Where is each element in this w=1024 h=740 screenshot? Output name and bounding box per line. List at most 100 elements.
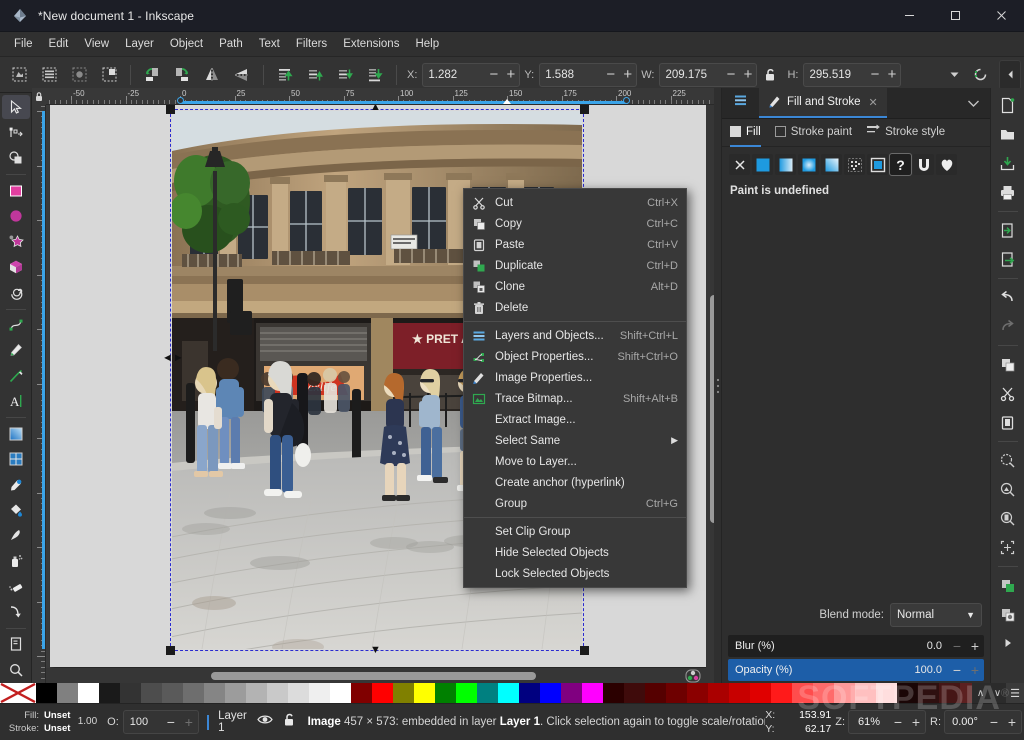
zoom-input[interactable]: [849, 716, 889, 728]
copy-icon[interactable]: [994, 350, 1022, 378]
opacity-spinbox[interactable]: − +: [123, 710, 199, 734]
play-triangle-icon[interactable]: [994, 629, 1022, 657]
pencil-icon[interactable]: [2, 338, 30, 362]
raise-one-step-icon[interactable]: [301, 61, 329, 89]
lower-one-step-icon[interactable]: [331, 61, 359, 89]
palette-swatch[interactable]: [960, 683, 972, 703]
height-input[interactable]: [804, 64, 866, 86]
import-arrow-icon[interactable]: [994, 216, 1022, 244]
fill-stroke-indicator[interactable]: Fill:Unset Stroke:Unset: [0, 709, 78, 735]
palette-swatch[interactable]: [246, 683, 267, 703]
rotation-decrement-button[interactable]: −: [985, 714, 1003, 730]
rectangle-icon[interactable]: [2, 178, 30, 202]
ruler-selection-handle-end[interactable]: [623, 97, 630, 104]
menu-help[interactable]: Help: [407, 35, 447, 53]
context-menu-item-cut[interactable]: Cut Ctrl+X: [464, 192, 686, 213]
context-menu-item-delete[interactable]: Delete: [464, 297, 686, 318]
palette-swatch[interactable]: [813, 683, 834, 703]
context-menu-item-extract-image[interactable]: Extract Image...: [464, 409, 686, 430]
printer-icon[interactable]: [994, 178, 1022, 206]
spray-can-icon[interactable]: [2, 549, 30, 573]
opacity-slider[interactable]: Opacity (%) 100.0 − +: [728, 659, 984, 681]
redo-arrow-icon[interactable]: [994, 312, 1022, 340]
palette-scroll-down-button[interactable]: ∨: [989, 683, 1006, 703]
rotate-90-cw-icon[interactable]: [168, 61, 196, 89]
palette-swatch[interactable]: [309, 683, 330, 703]
palette-swatch[interactable]: [519, 683, 540, 703]
node-editor-icon[interactable]: [2, 120, 30, 144]
select-all-in-all-layers-icon[interactable]: [35, 61, 63, 89]
scissors-icon[interactable]: [994, 379, 1022, 407]
scale-handle-corner-bl[interactable]: [166, 646, 175, 655]
palette-swatch[interactable]: [729, 683, 750, 703]
palette-swatch[interactable]: [666, 683, 687, 703]
palette-swatch[interactable]: [687, 683, 708, 703]
tab-layers-and-objects[interactable]: [722, 88, 759, 118]
palette-swatch[interactable]: [141, 683, 162, 703]
no-color-x-icon[interactable]: [0, 683, 36, 703]
context-menu-item-image-properties[interactable]: Image Properties...: [464, 367, 686, 388]
chevron-down-icon[interactable]: [941, 62, 967, 88]
palette-swatch[interactable]: [792, 683, 813, 703]
zoom-increment-button[interactable]: +: [907, 714, 925, 730]
height-decrement-button[interactable]: −: [866, 64, 883, 86]
context-menu-item-hide-selected-objects[interactable]: Hide Selected Objects: [464, 542, 686, 563]
eye-icon[interactable]: [257, 713, 273, 731]
opacity-decrement-button[interactable]: −: [948, 662, 966, 678]
palette-swatch[interactable]: [645, 683, 666, 703]
menu-layer[interactable]: Layer: [117, 35, 162, 53]
export-arrow-icon[interactable]: [994, 245, 1022, 273]
vertical-ruler[interactable]: [32, 105, 46, 683]
context-menu-item-group[interactable]: Group Ctrl+G: [464, 493, 686, 514]
zoom-spinbox[interactable]: − +: [848, 710, 926, 734]
unknown-paint-button[interactable]: ?: [890, 154, 911, 175]
width-increment-button[interactable]: +: [739, 64, 756, 86]
x-increment-button[interactable]: +: [502, 64, 519, 86]
height-increment-button[interactable]: +: [883, 64, 900, 86]
flip-vertical-icon[interactable]: [228, 61, 256, 89]
zoom-selection-icon[interactable]: [994, 446, 1022, 474]
calligraphy-icon[interactable]: [2, 364, 30, 388]
palette-swatch[interactable]: [456, 683, 477, 703]
menu-edit[interactable]: Edit: [41, 35, 77, 53]
context-menu-item-create-anchor[interactable]: Create anchor (hyperlink): [464, 472, 686, 493]
context-menu-item-select-same[interactable]: Select Same ▶: [464, 430, 686, 451]
menu-extensions[interactable]: Extensions: [335, 35, 407, 53]
context-menu-item-lock-selected-objects[interactable]: Lock Selected Objects: [464, 563, 686, 584]
palette-swatch[interactable]: [204, 683, 225, 703]
palette-swatch[interactable]: [498, 683, 519, 703]
palette-swatch[interactable]: [78, 683, 99, 703]
palette-swatch[interactable]: [771, 683, 792, 703]
new-document-icon[interactable]: [994, 91, 1022, 119]
width-decrement-button[interactable]: −: [722, 64, 739, 86]
palette-swatch[interactable]: [540, 683, 561, 703]
palette-swatch[interactable]: [120, 683, 141, 703]
clone-icon[interactable]: [994, 600, 1022, 628]
ellipse-icon[interactable]: [2, 204, 30, 228]
maximize-button[interactable]: [932, 0, 978, 32]
close-icon[interactable]: ✕: [869, 96, 878, 109]
palette-swatch[interactable]: [414, 683, 435, 703]
palette-swatch[interactable]: [225, 683, 246, 703]
palette-swatch[interactable]: [351, 683, 372, 703]
rotate-90-ccw-icon[interactable]: [138, 61, 166, 89]
eyedropper-icon[interactable]: [2, 472, 30, 496]
scale-handle-top[interactable]: ▲: [370, 105, 381, 113]
palette-swatch[interactable]: [267, 683, 288, 703]
gradient-icon[interactable]: [2, 421, 30, 445]
lock-aspect-ratio-button[interactable]: [757, 62, 783, 88]
width-input[interactable]: [660, 64, 722, 86]
mesh-gradient-icon[interactable]: [2, 447, 30, 471]
rotation-input[interactable]: [945, 716, 985, 728]
subtab-fill[interactable]: Fill: [730, 119, 761, 147]
save-disk-icon[interactable]: [994, 149, 1022, 177]
menu-object[interactable]: Object: [162, 35, 211, 53]
context-menu-item-set-clip-group[interactable]: Set Clip Group: [464, 521, 686, 542]
page-tool-icon[interactable]: [2, 632, 30, 656]
palette-swatch[interactable]: [288, 683, 309, 703]
palette-swatch[interactable]: [99, 683, 120, 703]
blur-slider[interactable]: Blur (%) 0.0 − +: [728, 635, 984, 657]
collapse-panel-icon[interactable]: [999, 60, 1021, 90]
ruler-selection-handle-start[interactable]: [177, 97, 184, 104]
y-input[interactable]: [540, 64, 602, 86]
